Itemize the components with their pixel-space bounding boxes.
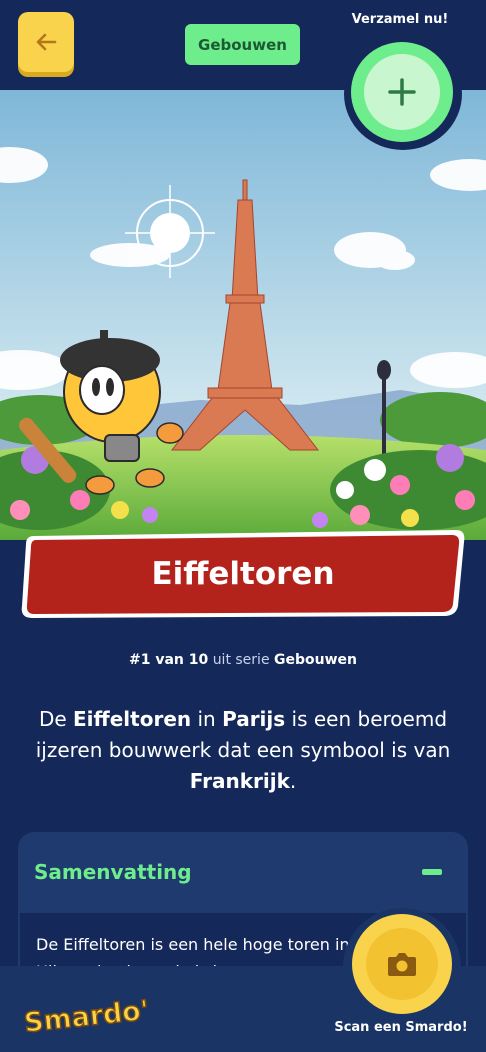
scan-button[interactable]: [352, 914, 452, 1014]
smardos-logo: Smardo's: [22, 993, 148, 1038]
camera-icon: [388, 953, 416, 976]
collect-label: Verzamel nu!: [351, 12, 449, 27]
svg-text:Smardo's: Smardo's: [23, 993, 148, 1038]
eiffel-tower-illustration: [0, 90, 486, 540]
description-bold-1: Eiffeltoren: [73, 707, 192, 731]
collect-button-inner: [364, 54, 440, 130]
scan-label: Scan een Smardo!: [334, 1020, 468, 1035]
description-text-4: .: [289, 769, 297, 793]
summary-title: Samenvatting: [34, 860, 192, 884]
series-number: #1 van 10: [128, 652, 209, 668]
back-button[interactable]: [18, 12, 74, 72]
minus-icon[interactable]: [422, 869, 442, 875]
description-text-1: De: [38, 707, 74, 731]
series-middle-text: uit serie: [212, 652, 270, 668]
card-title: Eiffeltoren: [151, 556, 335, 592]
description-text-2: in: [191, 707, 223, 731]
arrow-left-icon: [36, 33, 57, 51]
hero-illustration: [0, 90, 486, 540]
scan-button-inner: [366, 928, 438, 1000]
description-bold-2: Parijs: [222, 707, 286, 731]
plus-icon: [388, 78, 416, 106]
description-bold-3: Frankrijk: [189, 769, 290, 793]
series-info: #1 van 10 uit serie Gebouwen: [0, 652, 486, 668]
collect-button[interactable]: [351, 42, 453, 142]
card-description: De Eiffeltoren in Parijs is een beroemd …: [20, 704, 466, 797]
category-chip[interactable]: Gebouwen: [185, 24, 300, 65]
summary-header[interactable]: Samenvatting: [18, 832, 468, 912]
series-name: Gebouwen: [274, 652, 358, 668]
